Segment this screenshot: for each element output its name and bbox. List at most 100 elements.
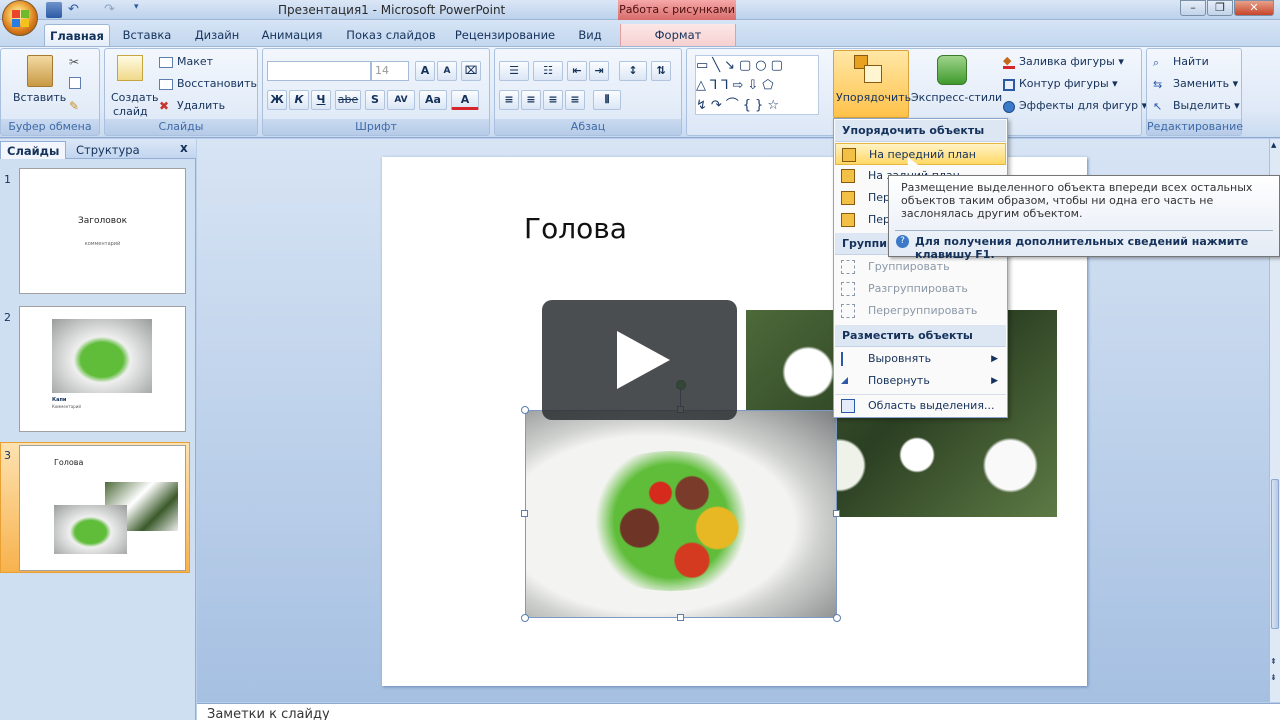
- salad-picture[interactable]: [525, 410, 837, 618]
- minimize-button[interactable]: –: [1180, 0, 1206, 16]
- scroll-up-icon[interactable]: ▲: [1271, 141, 1279, 149]
- save-icon[interactable]: [46, 2, 62, 18]
- selection-pane-item[interactable]: Область выделения...: [835, 394, 1006, 416]
- next-slide-icon[interactable]: ⇟: [1270, 673, 1277, 682]
- tab-animation[interactable]: Анимация: [256, 24, 328, 46]
- tab-view[interactable]: Вид: [570, 24, 610, 46]
- slide-title[interactable]: Голова: [524, 212, 627, 245]
- align-center-button[interactable]: ≡: [521, 90, 541, 110]
- char-spacing-button[interactable]: AV: [387, 90, 415, 110]
- redo-icon[interactable]: ↷: [104, 2, 120, 18]
- window-title: Презентация1 - Microsoft PowerPoint: [278, 3, 506, 17]
- align-left-button[interactable]: ≡: [499, 90, 519, 110]
- italic-button[interactable]: К: [289, 90, 309, 110]
- numbering-button[interactable]: ☷: [533, 61, 563, 81]
- quick-styles-button[interactable]: Экспресс-стили: [911, 91, 1002, 104]
- text-direction-button[interactable]: ⇅: [651, 61, 671, 81]
- shape-fill-button[interactable]: Заливка фигуры ▾: [1019, 52, 1124, 72]
- rotate-item[interactable]: Повернуть ▶: [835, 370, 1006, 392]
- resize-handle[interactable]: [833, 614, 841, 622]
- shape-effects-icon: [1003, 101, 1015, 113]
- underline-button[interactable]: Ч: [311, 90, 331, 110]
- shadow-button[interactable]: S: [365, 90, 385, 110]
- font-name-field[interactable]: [267, 61, 371, 81]
- find-button[interactable]: Найти: [1173, 52, 1209, 72]
- restore-button[interactable]: ❐: [1207, 0, 1233, 16]
- slide-number: 2: [4, 311, 11, 324]
- bullets-button[interactable]: ☰: [499, 61, 529, 81]
- slide-thumbnail-3[interactable]: Голова: [19, 445, 186, 571]
- resize-handle[interactable]: [521, 406, 529, 414]
- columns-button[interactable]: ⫴: [593, 90, 621, 110]
- shape-outline-button[interactable]: Контур фигуры ▾: [1019, 74, 1118, 94]
- tooltip-help-text: Для получения дополнительных сведений на…: [915, 235, 1249, 261]
- tab-review[interactable]: Рецензирование: [452, 24, 558, 46]
- salad-greens: [566, 451, 776, 591]
- decrease-indent-button[interactable]: ⇤: [567, 61, 587, 81]
- pane-tab-outline[interactable]: Структура: [70, 141, 146, 159]
- change-case-button[interactable]: Aa: [419, 90, 447, 110]
- tab-format[interactable]: Формат: [620, 24, 736, 46]
- clear-format-button[interactable]: ⌧: [461, 61, 481, 81]
- font-size-field[interactable]: 14: [371, 61, 409, 81]
- slide-thumbnail-1[interactable]: Заголовок комментарий: [19, 168, 186, 294]
- group-slides: Создать слайд Макет Восстановить ✖ Удали…: [104, 48, 258, 136]
- replace-button[interactable]: Заменить ▾: [1173, 74, 1238, 94]
- paragraph-label: Абзац: [495, 119, 681, 135]
- copy-icon[interactable]: [69, 77, 81, 89]
- delete-icon: ✖: [159, 99, 170, 113]
- replace-icon: ⇆: [1153, 78, 1163, 91]
- paste-button[interactable]: Вставить: [13, 91, 66, 104]
- shapes-gallery[interactable]: ▭╲↘▢○▢ △⅂⅂⇨⇩⬠ ↯↷⌒{}☆: [695, 55, 819, 115]
- strike-button[interactable]: abe: [335, 90, 361, 110]
- increase-indent-button[interactable]: ⇥: [589, 61, 609, 81]
- arrange-button[interactable]: Упорядочить: [833, 50, 911, 118]
- reset-button[interactable]: Восстановить: [177, 74, 257, 94]
- paste-icon[interactable]: [27, 55, 53, 87]
- tab-insert[interactable]: Вставка: [116, 24, 178, 46]
- shape-outline-label: Контур фигуры: [1019, 77, 1109, 90]
- prev-slide-icon[interactable]: ⇞: [1270, 657, 1277, 666]
- find-icon: ⌕: [1153, 56, 1160, 69]
- justify-button[interactable]: ≡: [565, 90, 585, 110]
- align-item[interactable]: Выровнять ▶: [835, 348, 1006, 370]
- shape-effects-button[interactable]: Эффекты для фигур ▾: [1019, 96, 1147, 116]
- select-button[interactable]: Выделить ▾: [1173, 96, 1240, 116]
- cut-icon[interactable]: ✂: [69, 55, 79, 69]
- scroll-thumb[interactable]: [1271, 479, 1279, 629]
- undo-icon[interactable]: ↶: [68, 2, 84, 18]
- group-clipboard: Вставить ✂ ✎ Буфер обмена: [0, 48, 100, 136]
- align-right-button[interactable]: ≡: [543, 90, 563, 110]
- notes-pane[interactable]: Заметки к слайду: [197, 703, 1280, 720]
- new-slide-button[interactable]: Создать: [111, 91, 159, 104]
- customize-qat-icon[interactable]: ▾: [134, 2, 150, 18]
- slide-thumbnail-2[interactable]: Капи Комментарий: [19, 306, 186, 432]
- resize-handle[interactable]: [521, 614, 529, 622]
- layout-button[interactable]: Макет: [177, 52, 213, 72]
- close-button[interactable]: ✕: [1234, 0, 1274, 16]
- layout-icon: [159, 57, 173, 68]
- tab-slideshow[interactable]: Показ слайдов: [340, 24, 442, 46]
- resize-handle[interactable]: [677, 614, 684, 621]
- ungroup-item[interactable]: Разгруппировать: [835, 278, 1006, 300]
- bring-to-front-item[interactable]: На передний план: [835, 143, 1006, 165]
- pane-close-button[interactable]: x: [180, 141, 188, 155]
- grow-font-button[interactable]: A: [415, 61, 435, 81]
- play-icon[interactable]: [617, 331, 670, 389]
- tab-design[interactable]: Дизайн: [186, 24, 248, 46]
- tab-home[interactable]: Главная: [44, 24, 110, 46]
- pane-tab-slides[interactable]: Слайды: [0, 141, 67, 159]
- resize-handle[interactable]: [521, 510, 528, 517]
- new-slide-icon[interactable]: [117, 55, 143, 81]
- resize-handle[interactable]: [833, 510, 840, 517]
- quick-styles-icon[interactable]: [937, 55, 967, 85]
- font-color-button[interactable]: A: [451, 90, 479, 110]
- rotate-icon: [841, 377, 848, 384]
- bold-button[interactable]: Ж: [267, 90, 287, 110]
- delete-button[interactable]: Удалить: [177, 96, 225, 116]
- line-spacing-button[interactable]: ↕: [619, 61, 647, 81]
- regroup-item[interactable]: Перегруппировать: [835, 300, 1006, 322]
- office-button[interactable]: [2, 0, 38, 36]
- format-painter-icon[interactable]: ✎: [69, 99, 79, 113]
- shrink-font-button[interactable]: A: [437, 61, 457, 81]
